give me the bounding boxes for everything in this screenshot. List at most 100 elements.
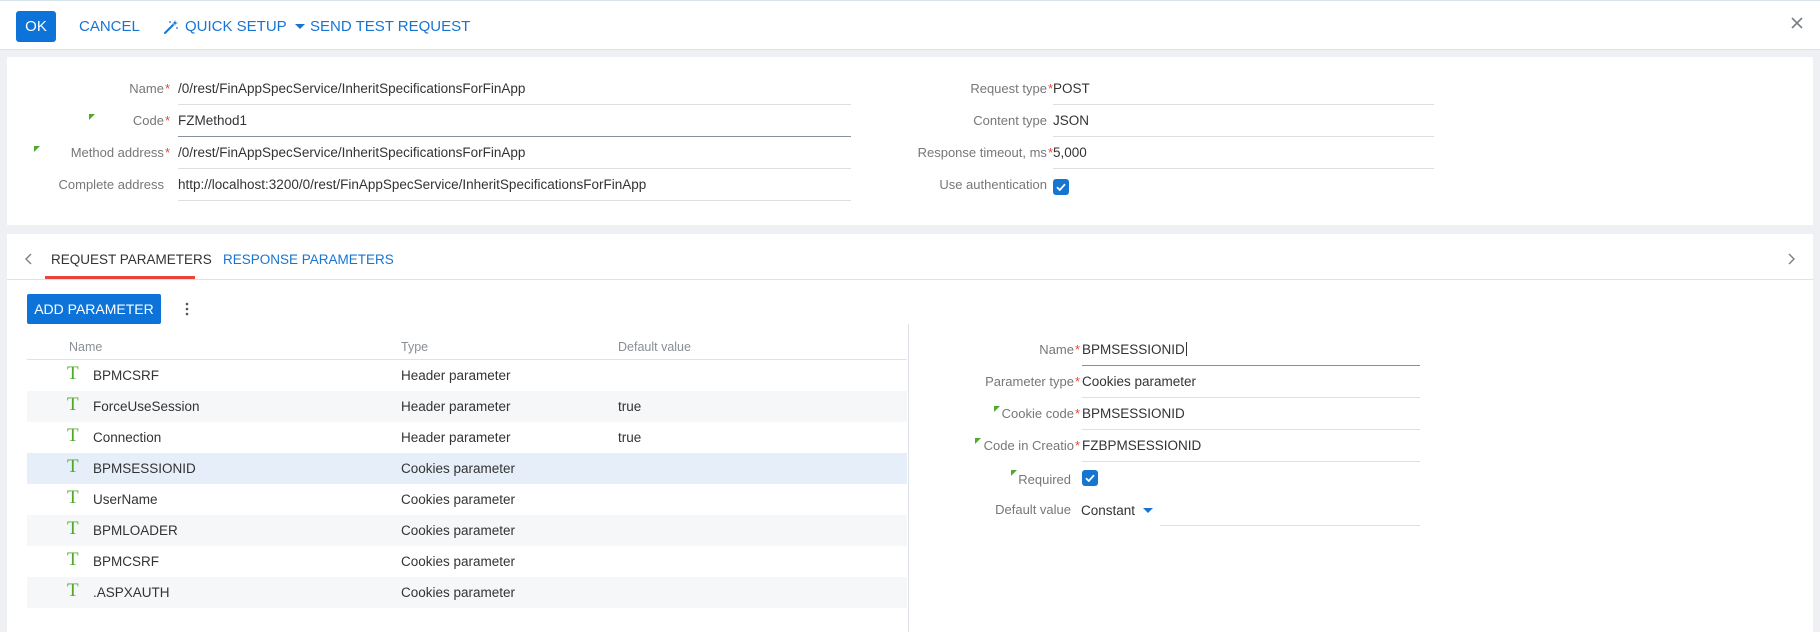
- param-type: Cookies parameter: [401, 554, 516, 569]
- default-mode-label: Constant: [1081, 503, 1136, 518]
- method-address-field[interactable]: /0/rest/FinAppSpecService/InheritSpecifi…: [178, 137, 851, 169]
- localized-flag-icon: [994, 406, 1000, 412]
- localized-flag-icon: [1011, 470, 1017, 476]
- default-value-label: Default value: [995, 502, 1071, 517]
- required-label: Required: [1018, 472, 1071, 487]
- check-icon: [1056, 183, 1066, 192]
- code-in-creatio-label: Code in Creatio*: [983, 438, 1080, 453]
- param-type: Cookies parameter: [401, 523, 516, 538]
- default-value-input[interactable]: [1160, 494, 1420, 526]
- column-header-type[interactable]: Type: [401, 340, 428, 354]
- text-type-icon: T: [67, 549, 79, 570]
- param-type: Header parameter: [401, 368, 511, 383]
- name-label: Name*: [129, 81, 170, 96]
- table-row[interactable]: T BPMCSRF Header parameter: [27, 360, 907, 391]
- name-field[interactable]: /0/rest/FinAppSpecService/InheritSpecifi…: [178, 73, 851, 105]
- default-mode-dropdown[interactable]: Constant: [1081, 503, 1154, 518]
- panel-divider: [908, 324, 909, 632]
- use-authentication-label: Use authentication: [939, 177, 1047, 192]
- param-name: ForceUseSession: [93, 399, 200, 414]
- table-row[interactable]: T Connection Header parameter true: [27, 422, 907, 453]
- code-label-cell: Code*: [7, 105, 170, 137]
- table-row[interactable]: T UserName Cookies parameter: [27, 484, 907, 515]
- response-timeout-field[interactable]: 5,000: [1053, 137, 1434, 169]
- tab-response-parameters[interactable]: RESPONSE PARAMETERS: [223, 252, 394, 267]
- complete-address-field: http://localhost:3200/0/rest/FinAppSpecS…: [178, 169, 851, 201]
- param-name: BPMLOADER: [93, 523, 178, 538]
- text-cursor: [1185, 342, 1187, 356]
- content-type-label-cell: Content type: [887, 105, 1047, 137]
- param-type: Cookies parameter: [401, 585, 516, 600]
- column-header-default[interactable]: Default value: [618, 340, 691, 354]
- content-type-field[interactable]: JSON: [1053, 105, 1434, 137]
- add-parameter-button[interactable]: ADD PARAMETER: [27, 294, 161, 324]
- required-checkbox[interactable]: [1082, 470, 1098, 486]
- chevron-down-icon: [294, 24, 305, 29]
- send-test-request-button[interactable]: SEND TEST REQUEST: [310, 18, 470, 35]
- param-type-label: Parameter type*: [985, 374, 1080, 389]
- param-name: Connection: [93, 430, 162, 445]
- localized-flag-icon: [34, 146, 40, 152]
- cancel-button[interactable]: CANCEL: [79, 18, 140, 35]
- param-default: true: [618, 399, 642, 414]
- active-tab-indicator: [45, 276, 195, 279]
- table-row[interactable]: T .ASPXAUTH Cookies parameter: [27, 577, 907, 608]
- code-field[interactable]: FZMethod1: [178, 105, 851, 137]
- complete-label-cell: Complete address: [7, 169, 165, 201]
- param-name: .ASPXAUTH: [93, 585, 170, 600]
- cookie-code-field[interactable]: BPMSESSIONID: [1082, 398, 1420, 430]
- method-label-cell: Method address*: [7, 137, 170, 169]
- table-row[interactable]: T BPMCSRF Cookies parameter: [27, 546, 907, 577]
- code-label: Code*: [132, 113, 170, 128]
- close-icon[interactable]: [1788, 14, 1806, 32]
- param-type: Cookies parameter: [401, 492, 516, 507]
- text-type-icon: T: [67, 580, 79, 601]
- column-header-name[interactable]: Name: [69, 340, 102, 354]
- quick-setup-button[interactable]: QUICK SETUP: [163, 18, 305, 35]
- text-type-icon: T: [67, 363, 79, 384]
- request-type-label-cell: Request type*: [887, 73, 1053, 105]
- localized-flag-icon: [975, 438, 981, 444]
- more-options-icon[interactable]: [184, 301, 190, 317]
- param-type: Header parameter: [401, 430, 511, 445]
- chevron-left-icon[interactable]: [23, 252, 35, 266]
- parameters-panel: REQUEST PARAMETERS RESPONSE PARAMETERS A…: [7, 234, 1813, 632]
- param-type: Cookies parameter: [401, 461, 516, 476]
- param-name-input[interactable]: BPMSESSIONID: [1082, 334, 1420, 366]
- table-row-selected[interactable]: T BPMSESSIONID Cookies parameter: [27, 453, 907, 484]
- text-type-icon: T: [67, 394, 79, 415]
- request-type-field[interactable]: POST: [1053, 73, 1434, 105]
- param-name: BPMCSRF: [93, 554, 160, 569]
- ok-button[interactable]: OK: [16, 11, 56, 42]
- timeout-label-cell: Response timeout, ms*: [887, 137, 1053, 169]
- use-authentication-checkbox[interactable]: [1053, 179, 1069, 195]
- param-type: Header parameter: [401, 399, 511, 414]
- text-type-icon: T: [67, 425, 79, 446]
- method-header-panel: Name* /0/rest/FinAppSpecService/InheritS…: [7, 57, 1813, 225]
- tabs-bar: REQUEST PARAMETERS RESPONSE PARAMETERS: [7, 234, 1813, 280]
- table-row[interactable]: T ForceUseSession Header parameter true: [27, 391, 907, 422]
- complete-address-label: Complete address: [58, 177, 165, 192]
- content-type-label: Content type: [973, 113, 1047, 128]
- param-name: BPMCSRF: [93, 368, 160, 383]
- text-type-icon: T: [67, 487, 79, 508]
- code-in-creatio-field[interactable]: FZBPMSESSIONID: [1082, 430, 1420, 462]
- request-type-label: Request type*: [970, 81, 1053, 96]
- quick-setup-label: QUICK SETUP: [185, 18, 287, 35]
- tab-request-parameters[interactable]: REQUEST PARAMETERS: [51, 252, 212, 267]
- chevron-right-icon[interactable]: [1785, 252, 1797, 266]
- text-type-icon: T: [67, 456, 79, 477]
- toolbar: OK CANCEL QUICK SETUP SEND TEST REQUEST: [0, 0, 1820, 50]
- param-default: true: [618, 430, 642, 445]
- chevron-down-icon: [1143, 508, 1154, 513]
- magic-wand-icon: [164, 19, 178, 34]
- cookie-code-label: Cookie code*: [1001, 406, 1080, 421]
- text-type-icon: T: [67, 518, 79, 539]
- param-type-field[interactable]: Cookies parameter: [1082, 366, 1420, 398]
- method-address-label: Method address*: [70, 145, 170, 160]
- check-icon: [1085, 474, 1095, 483]
- localized-flag-icon: [89, 114, 95, 120]
- parameters-grid-header: Name Type Default value: [27, 332, 907, 360]
- name-label-cell: Name*: [7, 73, 170, 105]
- table-row[interactable]: T BPMLOADER Cookies parameter: [27, 515, 907, 546]
